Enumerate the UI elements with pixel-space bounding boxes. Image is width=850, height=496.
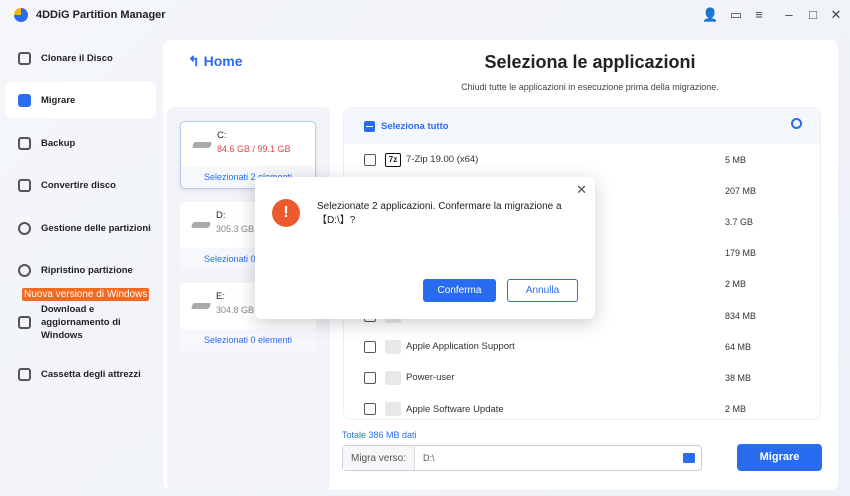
app-size: 207 MB (725, 185, 757, 196)
app-row[interactable]: 7z 7-Zip 19.00 (x64) 5 MB (344, 144, 820, 175)
total-size: Totale 386 MB dati (342, 430, 417, 440)
sidebar-item-toolbox[interactable]: Cassetta degli attrezzi (6, 356, 156, 392)
destination-field[interactable]: Migra verso: D:\ (342, 445, 702, 471)
select-all[interactable]: Seleziona tutto (344, 108, 820, 144)
migrate-icon (18, 93, 31, 107)
recovery-icon (18, 263, 31, 277)
app-size: 3.7 GB (725, 216, 754, 227)
confirm-button[interactable]: Conferma (423, 279, 496, 302)
user-icon[interactable]: 👤 (702, 7, 718, 23)
folder-icon[interactable] (683, 453, 695, 463)
windows-download-icon (18, 315, 31, 329)
app-icon (385, 339, 401, 354)
app-logo-icon (14, 8, 28, 22)
cancel-button[interactable]: Annulla (507, 279, 578, 302)
app-row[interactable]: Power-user 38 MB (344, 362, 820, 393)
message-icon[interactable]: ▭ (728, 7, 744, 23)
app-row[interactable]: Apple Software Update 2 MB (344, 394, 820, 419)
app-name: Apple Software Update (406, 403, 504, 415)
app-size: 38 MB (725, 372, 752, 383)
sidebar-item-partitions[interactable]: Gestione delle partizioni (6, 210, 156, 246)
maximize-icon[interactable]: □ (805, 7, 821, 22)
app-size: 2 MB (725, 404, 747, 415)
migrate-button[interactable]: Migrare (737, 444, 822, 471)
sidebar-item-recovery[interactable]: Ripristino partizione (6, 252, 156, 288)
search-icon[interactable] (791, 118, 802, 129)
page-title: Seleziona le applicazioni (484, 52, 696, 72)
minimize-icon[interactable]: – (781, 7, 797, 22)
close-icon[interactable]: ✕ (828, 7, 844, 23)
confirm-dialog: ! Selezionate 2 applicazioni. Confermare… (255, 177, 595, 319)
new-version-badge: Nuova versione di Windows (22, 288, 150, 301)
app-size: 2 MB (725, 279, 747, 290)
app-name: Power-user (406, 372, 455, 384)
warning-icon: ! (272, 199, 300, 227)
app-icon (385, 402, 401, 417)
sidebar-item-convert[interactable]: Convertire disco (6, 167, 156, 203)
sidebar-item-clone[interactable]: Clonare il Disco (6, 40, 156, 76)
partial-checkbox-icon[interactable] (364, 120, 375, 132)
page-subtitle: Chiudi tutte le applicazioni in esecuzio… (461, 82, 719, 92)
app-checkbox[interactable] (364, 153, 376, 166)
dialog-message: Selezionate 2 applicazioni. Confermare l… (317, 201, 562, 226)
drive-icon (190, 222, 212, 228)
backup-icon (18, 136, 31, 150)
app-size: 834 MB (725, 310, 757, 321)
dialog-close-icon[interactable]: ✕ (576, 182, 587, 198)
app-checkbox[interactable] (364, 340, 376, 353)
drive-icon (191, 142, 213, 148)
app-title: 4DDiG Partition Manager (14, 8, 166, 22)
convert-icon (18, 178, 31, 192)
pie-icon (18, 221, 31, 235)
app-icon: 7z (385, 152, 401, 167)
app-size: 5 MB (725, 154, 747, 165)
app-icon (385, 370, 401, 385)
app-size: 179 MB (725, 248, 757, 259)
home-button[interactable]: ↰ Home (188, 53, 243, 70)
app-size: 64 MB (725, 341, 752, 352)
sidebar-item-migrate[interactable]: Migrare (6, 82, 156, 118)
sidebar-item-backup[interactable]: Backup (6, 125, 156, 161)
sidebar-item-windows[interactable]: Download e aggiornamento di Windows (6, 303, 136, 341)
drive-icon (190, 303, 212, 309)
app-checkbox[interactable] (364, 371, 376, 384)
menu-icon[interactable]: ≡ (751, 7, 767, 22)
back-arrow-icon: ↰ (188, 53, 204, 69)
app-row[interactable]: Apple Application Support 64 MB (344, 331, 820, 362)
app-checkbox[interactable] (364, 403, 376, 416)
app-name: Apple Application Support (406, 341, 515, 353)
app-name: 7-Zip 19.00 (x64) (406, 154, 479, 165)
toolbox-icon (18, 367, 31, 381)
clone-icon (18, 51, 31, 65)
